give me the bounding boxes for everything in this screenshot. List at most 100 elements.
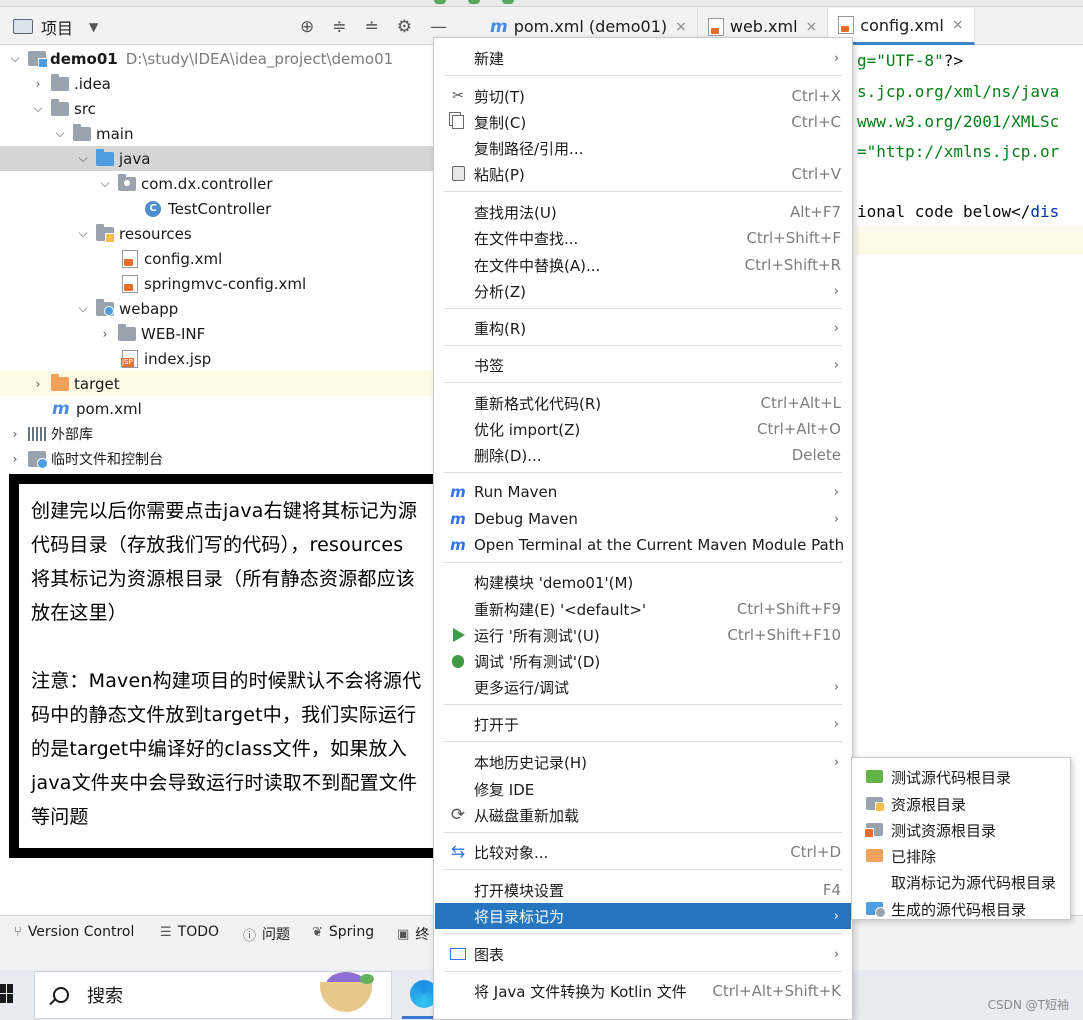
tree-item-label: resources <box>119 224 192 243</box>
chevron-right-icon[interactable]: › <box>31 77 45 91</box>
tree-item-src[interactable]: ⌵ src <box>0 96 433 121</box>
search-icon <box>53 987 69 1003</box>
tool-window-todo[interactable]: ☰ TODO <box>160 924 219 940</box>
tree-item-pom-xml[interactable]: m pom.xml <box>0 396 433 421</box>
tree-item-label: index.jsp <box>144 349 212 368</box>
hide-icon[interactable]: — <box>430 17 447 37</box>
menu-item-copy[interactable]: 复制(C) Ctrl+C <box>435 109 851 135</box>
menu-item-run-maven[interactable]: m Run Maven › <box>435 479 851 505</box>
excluded-folder-icon <box>866 849 883 862</box>
menu-item-open-in[interactable]: 打开于 › <box>435 711 851 737</box>
menu-item-replace-in-files[interactable]: 在文件中替换(A)... Ctrl+Shift+R <box>435 252 851 278</box>
submenu-item-excluded[interactable]: 已排除 <box>852 843 1070 869</box>
tree-item-scratches[interactable]: › 临时文件和控制台 <box>0 446 433 471</box>
menu-item-diagrams[interactable]: 图表 › <box>435 941 851 967</box>
debug-icon[interactable] <box>468 0 480 4</box>
menu-item-debug-all-tests[interactable]: 调试 '所有测试'(D) <box>435 648 851 674</box>
tool-window-problems[interactable]: ⓘ 问题 <box>243 924 290 944</box>
menu-item-copy-path[interactable]: 复制路径/引用... <box>435 135 851 161</box>
menu-item-paste[interactable]: 粘贴(P) Ctrl+V <box>435 161 851 187</box>
menu-item-module-settings[interactable]: 打开模块设置 F4 <box>435 877 851 903</box>
expand-all-icon[interactable]: ≑ <box>332 17 346 37</box>
submenu-item-resources-root[interactable]: 资源根目录 <box>852 791 1070 817</box>
tree-item-label: java <box>119 149 151 168</box>
menu-separator <box>444 869 842 870</box>
menu-item-reformat[interactable]: 重新格式化代码(R) Ctrl+Alt+L <box>435 390 851 416</box>
menu-item-analyze[interactable]: 分析(Z) › <box>435 278 851 304</box>
menu-item-local-history[interactable]: 本地历史记录(H) › <box>435 749 851 775</box>
project-view-icon <box>13 19 33 34</box>
chevron-down-icon[interactable]: ⌵ <box>76 301 90 316</box>
tree-item-testcontroller[interactable]: C TestController <box>0 196 433 221</box>
windows-start-icon[interactable] <box>0 984 14 1004</box>
menu-item-new[interactable]: 新建 › <box>435 45 851 71</box>
tree-item-config-xml[interactable]: config.xml <box>0 246 433 271</box>
tree-item-webapp[interactable]: ⌵ webapp <box>0 296 433 321</box>
chevron-right-icon[interactable]: › <box>31 377 45 391</box>
chevron-right-icon: › <box>833 908 839 924</box>
gear-icon[interactable]: ⚙ <box>397 17 412 37</box>
tree-item-main[interactable]: ⌵ main <box>0 121 433 146</box>
chevron-down-icon[interactable]: ⌵ <box>76 226 90 241</box>
locate-icon[interactable]: ⊕ <box>300 17 314 37</box>
chevron-right-icon[interactable]: › <box>98 327 112 341</box>
tool-window-spring[interactable]: ❦ Spring <box>312 924 374 940</box>
tree-item-external-libraries[interactable]: › 外部库 <box>0 421 433 446</box>
tool-window-terminal[interactable]: ▣ 终 <box>397 924 429 944</box>
menu-item-find-usages[interactable]: 查找用法(U) Alt+F7 <box>435 199 851 225</box>
menu-item-repair-ide[interactable]: 修复 IDE <box>435 776 851 802</box>
collapse-all-icon[interactable]: ≐ <box>365 17 379 37</box>
close-icon[interactable]: × <box>806 19 818 35</box>
test-sources-folder-icon <box>866 770 883 783</box>
coverage-icon[interactable] <box>502 0 514 4</box>
menu-item-compare-with[interactable]: 比较对象... Ctrl+D <box>435 839 851 865</box>
menu-item-find-in-files[interactable]: 在文件中查找... Ctrl+Shift+F <box>435 225 851 251</box>
menu-separator <box>444 832 842 833</box>
menu-item-build-module[interactable]: 构建模块 'demo01'(M) <box>435 569 851 595</box>
menu-item-mark-directory-as[interactable]: 将目录标记为 › <box>435 903 851 929</box>
tab-label: config.xml <box>860 15 944 35</box>
tree-item-java[interactable]: ⌵ java <box>0 146 433 171</box>
search-highlight-image[interactable] <box>316 972 378 1016</box>
submenu-item-generated-sources-root[interactable]: 生成的源代码根目录 <box>852 896 1070 922</box>
chevron-right-icon[interactable]: › <box>8 452 22 466</box>
chevron-down-icon[interactable]: ⌵ <box>8 51 22 66</box>
tree-item-label: webapp <box>119 299 179 318</box>
chevron-down-icon[interactable]: ⌵ <box>31 101 45 116</box>
submenu-item-unmark-sources-root[interactable]: 取消标记为源代码根目录 <box>852 869 1070 895</box>
tree-item-idea[interactable]: › .idea <box>0 71 433 96</box>
close-icon[interactable]: × <box>952 17 964 33</box>
menu-item-debug-maven[interactable]: m Debug Maven › <box>435 506 851 532</box>
menu-separator <box>444 191 842 192</box>
project-panel-title[interactable]: 项目 <box>41 15 73 39</box>
tree-item-resources[interactable]: ⌵ resources <box>0 221 433 246</box>
close-icon[interactable]: × <box>675 19 687 35</box>
menu-item-cut[interactable]: 剪切(T) Ctrl+X <box>435 83 851 109</box>
chevron-down-icon[interactable]: ⌵ <box>98 176 112 191</box>
menu-item-convert-to-kotlin[interactable]: 将 Java 文件转换为 Kotlin 文件 Ctrl+Alt+Shift+K <box>435 978 851 1004</box>
submenu-item-test-resources-root[interactable]: 测试资源根目录 <box>852 817 1070 843</box>
chevron-down-icon[interactable]: ⌵ <box>53 126 67 141</box>
tree-item-web-inf[interactable]: › WEB-INF <box>0 321 433 346</box>
menu-item-more-run-debug[interactable]: 更多运行/调试 › <box>435 674 851 700</box>
menu-item-optimize-imports[interactable]: 优化 import(Z) Ctrl+Alt+O <box>435 416 851 442</box>
menu-item-rebuild[interactable]: 重新构建(E) '<default>' Ctrl+Shift+F9 <box>435 596 851 622</box>
tree-item-target[interactable]: › target <box>0 371 433 396</box>
menu-item-refactor[interactable]: 重构(R) › <box>435 315 851 341</box>
run-icon[interactable] <box>434 0 446 4</box>
tree-item-springmvc-config-xml[interactable]: springmvc-config.xml <box>0 271 433 296</box>
tree-item-demo01[interactable]: ⌵ demo01 D:\study\IDEA\idea_project\demo… <box>0 46 433 71</box>
tree-item-index-jsp[interactable]: index.jsp <box>0 346 433 371</box>
menu-item-open-terminal-maven[interactable]: m Open Terminal at the Current Maven Mod… <box>435 532 851 558</box>
chevron-down-icon[interactable]: ▼ <box>89 20 98 34</box>
menu-item-bookmarks[interactable]: 书签 › <box>435 352 851 378</box>
chevron-down-icon[interactable]: ⌵ <box>76 151 90 166</box>
menu-item-delete[interactable]: 删除(D)... Delete <box>435 442 851 468</box>
menu-item-run-all-tests[interactable]: 运行 '所有测试'(U) Ctrl+Shift+F10 <box>435 622 851 648</box>
chevron-right-icon[interactable]: › <box>8 427 22 441</box>
tree-item-package[interactable]: ⌵ com.dx.controller <box>0 171 433 196</box>
tool-window-version-control[interactable]: ⑂ Version Control <box>14 924 134 940</box>
xml-file-icon <box>122 249 138 268</box>
submenu-item-test-sources-root[interactable]: 测试源代码根目录 <box>852 764 1070 790</box>
menu-item-reload-from-disk[interactable]: 从磁盘重新加载 <box>435 802 851 828</box>
